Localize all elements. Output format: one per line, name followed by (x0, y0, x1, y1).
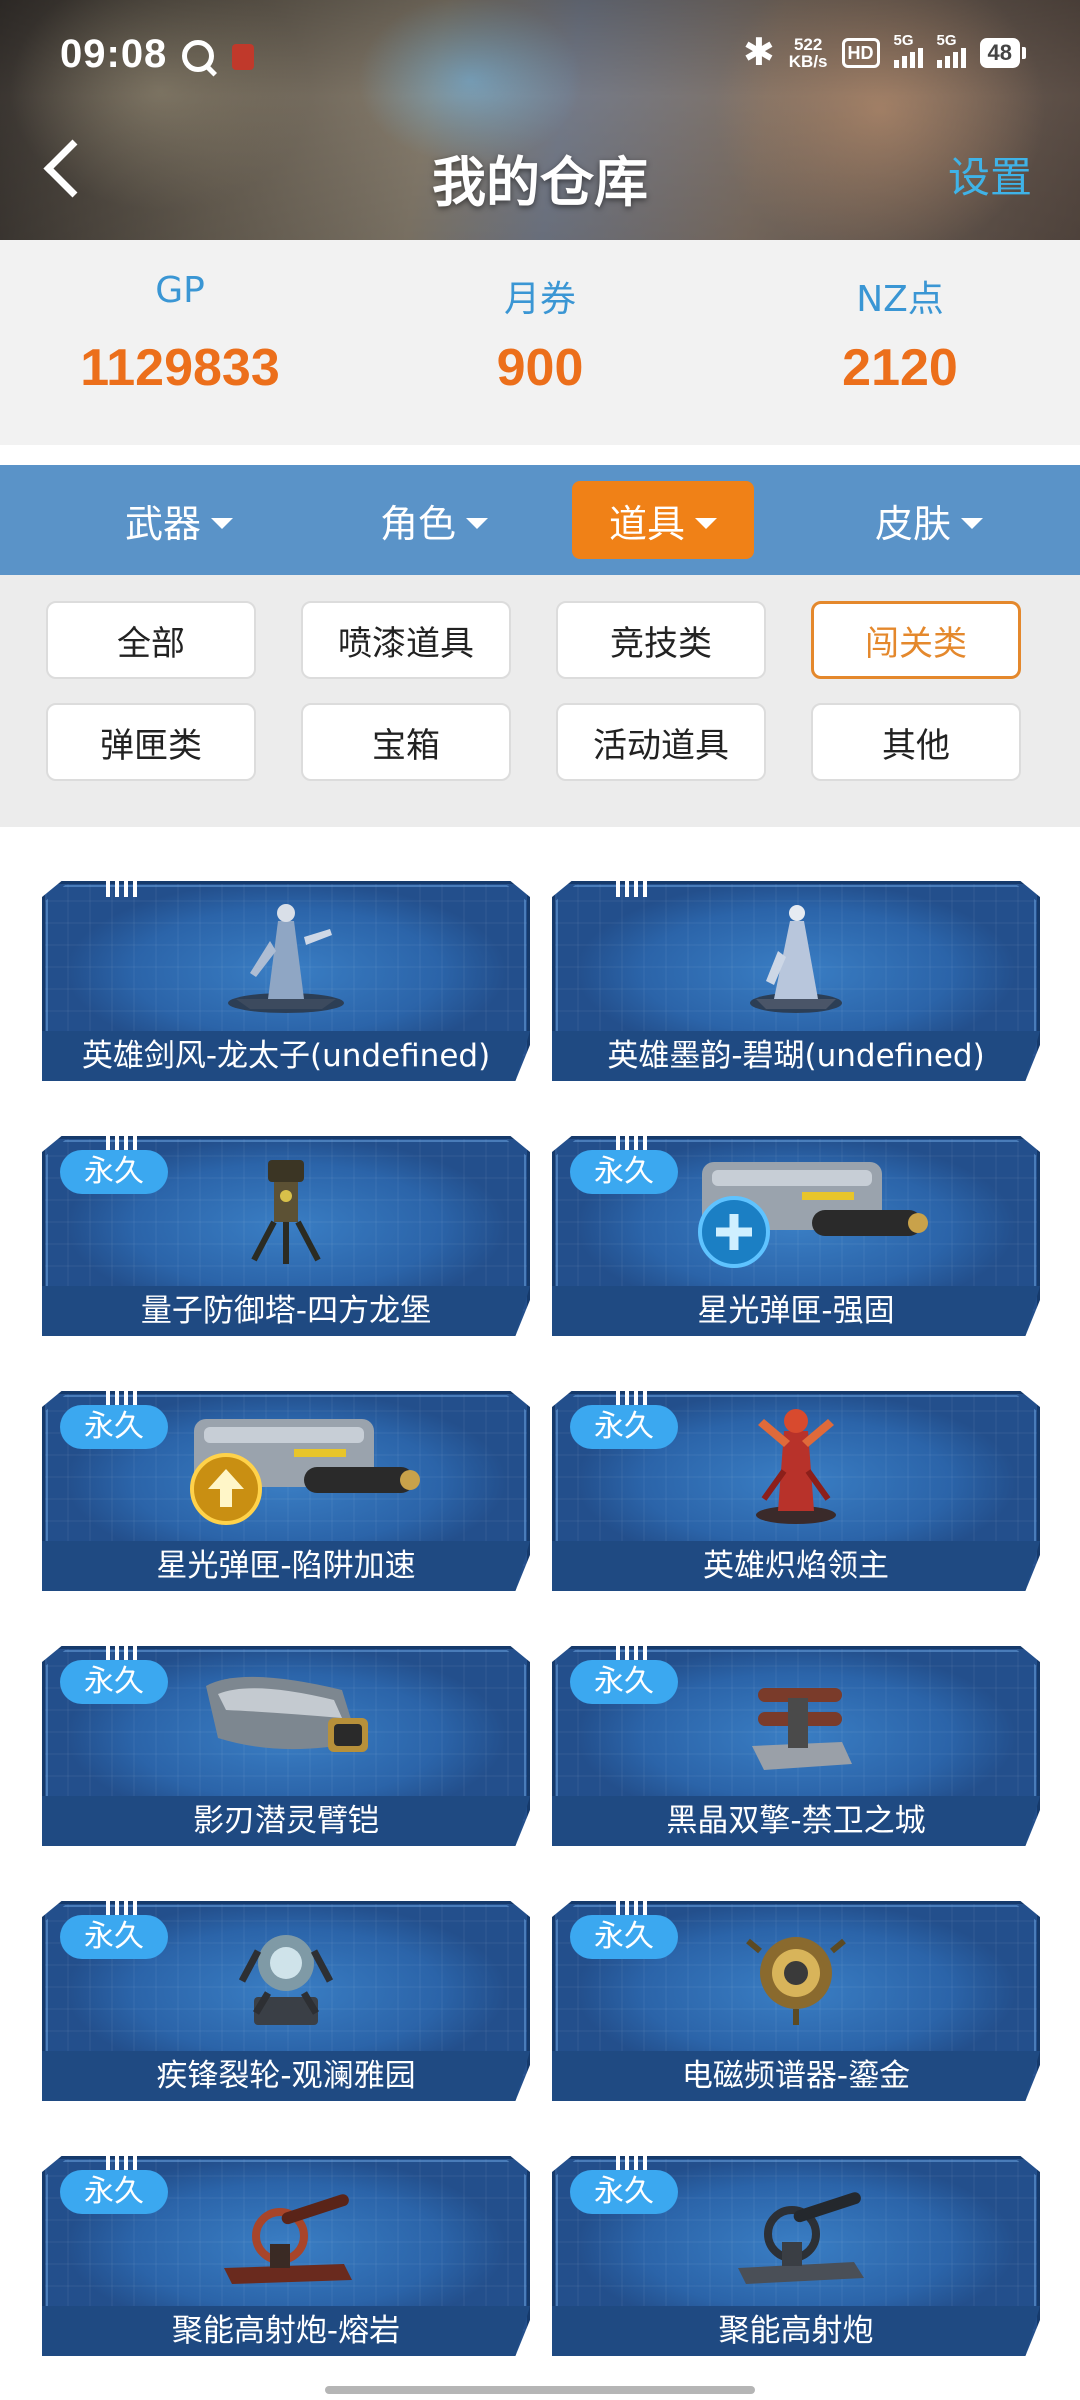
item-card[interactable]: 永久 星光弹匣-陷阱加速 (42, 1391, 530, 1591)
status-time: 09:08 (60, 32, 168, 76)
blade-wheel-icon (238, 1935, 334, 2025)
bluetooth-icon: ✱ (742, 32, 775, 74)
item-name: 英雄剑风-龙太子(undefined) (42, 1031, 530, 1081)
network-speed: 522 KB/s (789, 36, 828, 70)
filter-all[interactable]: 全部 (46, 601, 256, 679)
header-banner: 09:08 ✱ 522 KB/s HD 5G 5G 48 我的仓库 设置 (0, 0, 1080, 240)
tab-label: 角色 (379, 501, 456, 546)
caret-down-icon (695, 517, 717, 529)
network-speed-unit: KB/s (788, 52, 828, 71)
battery-icon: 48 (979, 38, 1027, 68)
item-card[interactable]: 永久 影刃潜灵臂铠 (42, 1646, 530, 1846)
item-name: 星光弹匣-强固 (552, 1286, 1040, 1336)
signal-icon-2: 5G (936, 32, 966, 68)
flak-cannon-icon (738, 2192, 864, 2284)
signal-icon-1: 5G (893, 32, 923, 68)
currency-label: 月券 (503, 279, 576, 320)
filter-event[interactable]: 活动道具 (556, 703, 766, 781)
filter-magazine[interactable]: 弹匣类 (46, 703, 256, 781)
item-name: 电磁频谱器-鎏金 (552, 2051, 1040, 2101)
defense-tower-icon (251, 1160, 321, 1264)
item-name: 英雄炽焰领主 (552, 1541, 1040, 1591)
item-card[interactable]: 永久 量子防御塔-四方龙堡 (42, 1136, 530, 1336)
item-card[interactable]: 永久 疾锋裂轮-观澜雅园 (42, 1901, 530, 2101)
tab-characters[interactable]: 角色 (343, 481, 525, 559)
network-type-1: 5G (893, 32, 914, 49)
network-speed-value: 522 (793, 35, 823, 54)
caret-down-icon (961, 517, 983, 529)
item-card[interactable]: 英雄墨韵-碧瑚(undefined) (552, 881, 1040, 1081)
item-name: 聚能高射炮-熔岩 (42, 2306, 530, 2356)
status-bar: 09:08 ✱ 522 KB/s HD 5G 5G 48 (0, 0, 1080, 110)
flak-cannon-icon (224, 2194, 352, 2284)
magazine-plus-icon (698, 1162, 928, 1268)
filter-other[interactable]: 其他 (811, 703, 1021, 781)
home-indicator[interactable] (325, 2386, 755, 2394)
item-card[interactable]: 永久 聚能高射炮-熔岩 (42, 2156, 530, 2356)
nav-bar: 我的仓库 设置 (0, 110, 1080, 230)
hd-icon: HD (841, 38, 880, 68)
category-tabs: 武器 角色 道具 皮肤 (0, 465, 1080, 575)
app-notification-icon-2 (232, 44, 254, 70)
status-indicators: ✱ 522 KB/s HD 5G 5G 48 (742, 32, 1027, 74)
tab-weapons[interactable]: 武器 (88, 481, 270, 559)
item-card[interactable]: 永久 星光弹匣-强固 (552, 1136, 1040, 1336)
currency-panel: GP 1129833 月券 900 NZ点 2120 (0, 240, 1080, 445)
filter-stage[interactable]: 闯关类 (811, 601, 1021, 679)
currency-value: 2120 (842, 339, 958, 397)
currency-label: NZ点 (856, 279, 944, 320)
spectrum-device-icon (746, 1937, 846, 2025)
currency-gp: GP 1129833 (0, 240, 360, 445)
currency-value: 900 (496, 339, 584, 397)
caret-down-icon (466, 517, 488, 529)
filter-spray[interactable]: 喷漆道具 (301, 601, 511, 679)
tab-items[interactable]: 道具 (572, 481, 754, 559)
fire-lord-icon (756, 1409, 836, 1524)
item-card[interactable]: 永久 黑晶双擎-禁卫之城 (552, 1646, 1040, 1846)
page-title: 我的仓库 (432, 151, 648, 214)
item-name: 疾锋裂轮-观澜雅园 (42, 2051, 530, 2101)
currency-nz-points: NZ点 2120 (720, 240, 1080, 445)
filter-chest[interactable]: 宝箱 (301, 703, 511, 781)
item-card[interactable]: 永久 聚能高射炮 (552, 2156, 1040, 2356)
item-name: 量子防御塔-四方龙堡 (42, 1286, 530, 1336)
hero-statue-icon (228, 904, 344, 1013)
item-name: 影刃潜灵臂铠 (42, 1796, 530, 1846)
filter-competitive[interactable]: 竞技类 (556, 601, 766, 679)
item-name: 聚能高射炮 (552, 2306, 1040, 2356)
currency-monthly-voucher: 月券 900 (360, 240, 720, 445)
currency-value: 1129833 (80, 339, 280, 397)
hero-statue-icon (750, 905, 842, 1013)
network-type-2: 5G (936, 32, 957, 49)
app-notification-icon (182, 40, 214, 72)
settings-button[interactable]: 设置 (948, 144, 1032, 205)
item-grid: 英雄剑风-龙太子(undefined) 英雄墨韵-碧瑚(undefined) 永… (0, 827, 1080, 2400)
item-name: 星光弹匣-陷阱加速 (42, 1541, 530, 1591)
item-name: 英雄墨韵-碧瑚(undefined) (552, 1031, 1040, 1081)
arm-armor-icon (206, 1676, 368, 1752)
tab-label: 道具 (608, 501, 685, 546)
item-name: 黑晶双擎-禁卫之城 (552, 1796, 1040, 1846)
tab-label: 皮肤 (874, 501, 951, 546)
item-card[interactable]: 永久 英雄炽焰领主 (552, 1391, 1040, 1591)
caret-down-icon (211, 517, 233, 529)
tab-label: 武器 (124, 501, 201, 546)
magazine-up-icon (190, 1419, 420, 1525)
currency-label: GP (155, 270, 205, 311)
item-card[interactable]: 英雄剑风-龙太子(undefined) (42, 881, 530, 1081)
item-card[interactable]: 永久 电磁频谱器-鎏金 (552, 1901, 1040, 2101)
twin-engine-icon (752, 1688, 852, 1770)
tab-skins[interactable]: 皮肤 (838, 481, 1020, 559)
filter-chips: 全部 喷漆道具 竞技类 闯关类 弹匣类 宝箱 活动道具 其他 (0, 575, 1080, 827)
